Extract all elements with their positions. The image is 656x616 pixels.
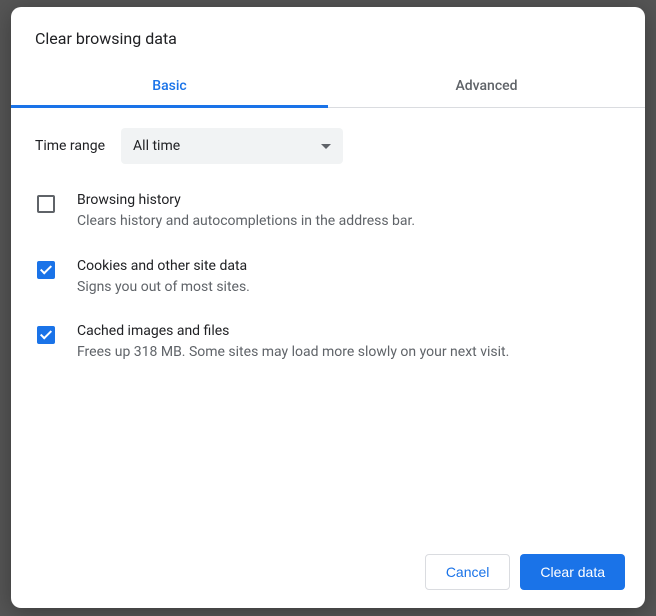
clear-data-button[interactable]: Clear data (520, 554, 625, 590)
option-title: Cached images and files (77, 323, 623, 339)
dialog-footer: Cancel Clear data (11, 538, 645, 608)
checkbox-cookies[interactable] (37, 261, 55, 279)
chevron-down-icon (321, 144, 331, 149)
option-text: Browsing history Clears history and auto… (77, 192, 623, 232)
time-range-select[interactable]: All time (121, 128, 343, 164)
dialog-body: Time range All time Browsing history Cle… (11, 108, 645, 538)
option-title: Cookies and other site data (77, 258, 623, 274)
option-text: Cached images and files Frees up 318 MB.… (77, 323, 623, 363)
tabs: Basic Advanced (11, 66, 645, 108)
dialog-title: Clear browsing data (11, 7, 645, 66)
time-range-row: Time range All time (33, 128, 623, 164)
option-desc: Signs you out of most sites. (77, 278, 623, 298)
checkbox-browsing-history[interactable] (37, 195, 55, 213)
option-title: Browsing history (77, 192, 623, 208)
option-desc: Clears history and autocompletions in th… (77, 212, 623, 232)
option-cookies: Cookies and other site data Signs you ou… (33, 258, 623, 298)
tab-basic[interactable]: Basic (11, 66, 328, 107)
checkbox-cache[interactable] (37, 326, 55, 344)
time-range-value: All time (133, 138, 180, 154)
option-cache: Cached images and files Frees up 318 MB.… (33, 323, 623, 363)
cancel-button[interactable]: Cancel (425, 554, 511, 590)
option-browsing-history: Browsing history Clears history and auto… (33, 192, 623, 232)
tab-advanced[interactable]: Advanced (328, 66, 645, 107)
clear-browsing-data-dialog: Clear browsing data Basic Advanced Time … (11, 7, 645, 608)
option-desc: Frees up 318 MB. Some sites may load mor… (77, 343, 623, 363)
option-text: Cookies and other site data Signs you ou… (77, 258, 623, 298)
time-range-label: Time range (35, 138, 105, 154)
